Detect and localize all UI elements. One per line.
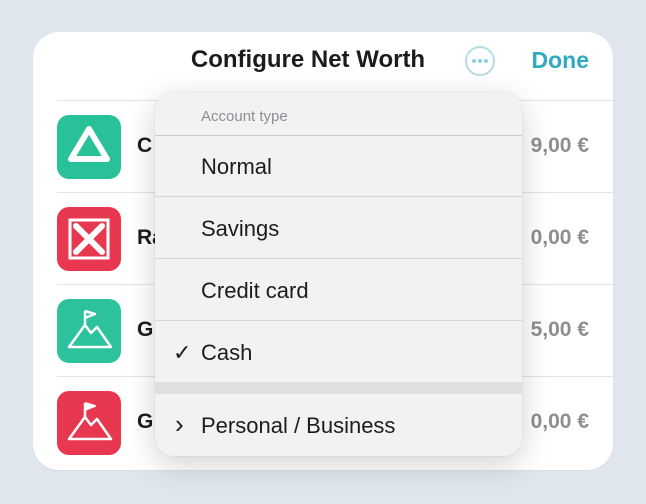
mountain-flag-icon bbox=[57, 299, 121, 363]
menu-item-label: Credit card bbox=[201, 278, 309, 303]
page-title: Configure Net Worth bbox=[190, 46, 426, 73]
menu-item-credit-card[interactable]: Credit card bbox=[155, 259, 522, 321]
menu-header-label: Account type bbox=[201, 108, 288, 125]
bank-cross-logo-icon bbox=[57, 207, 121, 271]
menu-item-savings[interactable]: Savings bbox=[155, 197, 522, 259]
account-amount: 0,00 € bbox=[530, 226, 589, 249]
menu-item-normal[interactable]: Normal bbox=[155, 135, 522, 197]
account-name: G bbox=[137, 410, 154, 433]
done-button[interactable]: Done bbox=[532, 47, 590, 74]
menu-header: Account type bbox=[155, 92, 522, 136]
menu-item-personal-business[interactable]: › Personal / Business bbox=[155, 394, 522, 456]
account-amount: 5,00 € bbox=[530, 318, 589, 341]
menu-item-label: Savings bbox=[201, 216, 280, 241]
menu-item-label: Normal bbox=[201, 154, 272, 179]
account-type-menu: Account type Normal Savings Credit card … bbox=[155, 92, 522, 456]
ellipsis-circle-icon[interactable] bbox=[465, 46, 495, 76]
account-amount: 9,00 € bbox=[530, 134, 589, 157]
checkmark-icon: ✓ bbox=[173, 340, 192, 365]
sheet-header: Configure Net Worth Done bbox=[33, 32, 613, 100]
account-name: C bbox=[137, 134, 153, 157]
bank-diamond-icon bbox=[57, 115, 121, 179]
chevron-right-icon: › bbox=[175, 409, 184, 439]
menu-item-label: Personal / Business bbox=[201, 413, 396, 438]
account-name: G bbox=[137, 318, 154, 341]
menu-item-cash[interactable]: ✓ Cash bbox=[155, 321, 522, 383]
menu-item-label: Cash bbox=[201, 340, 253, 365]
menu-section-separator bbox=[155, 382, 522, 394]
mountain-flag-icon bbox=[57, 391, 121, 455]
account-amount: 0,00 € bbox=[530, 410, 589, 433]
